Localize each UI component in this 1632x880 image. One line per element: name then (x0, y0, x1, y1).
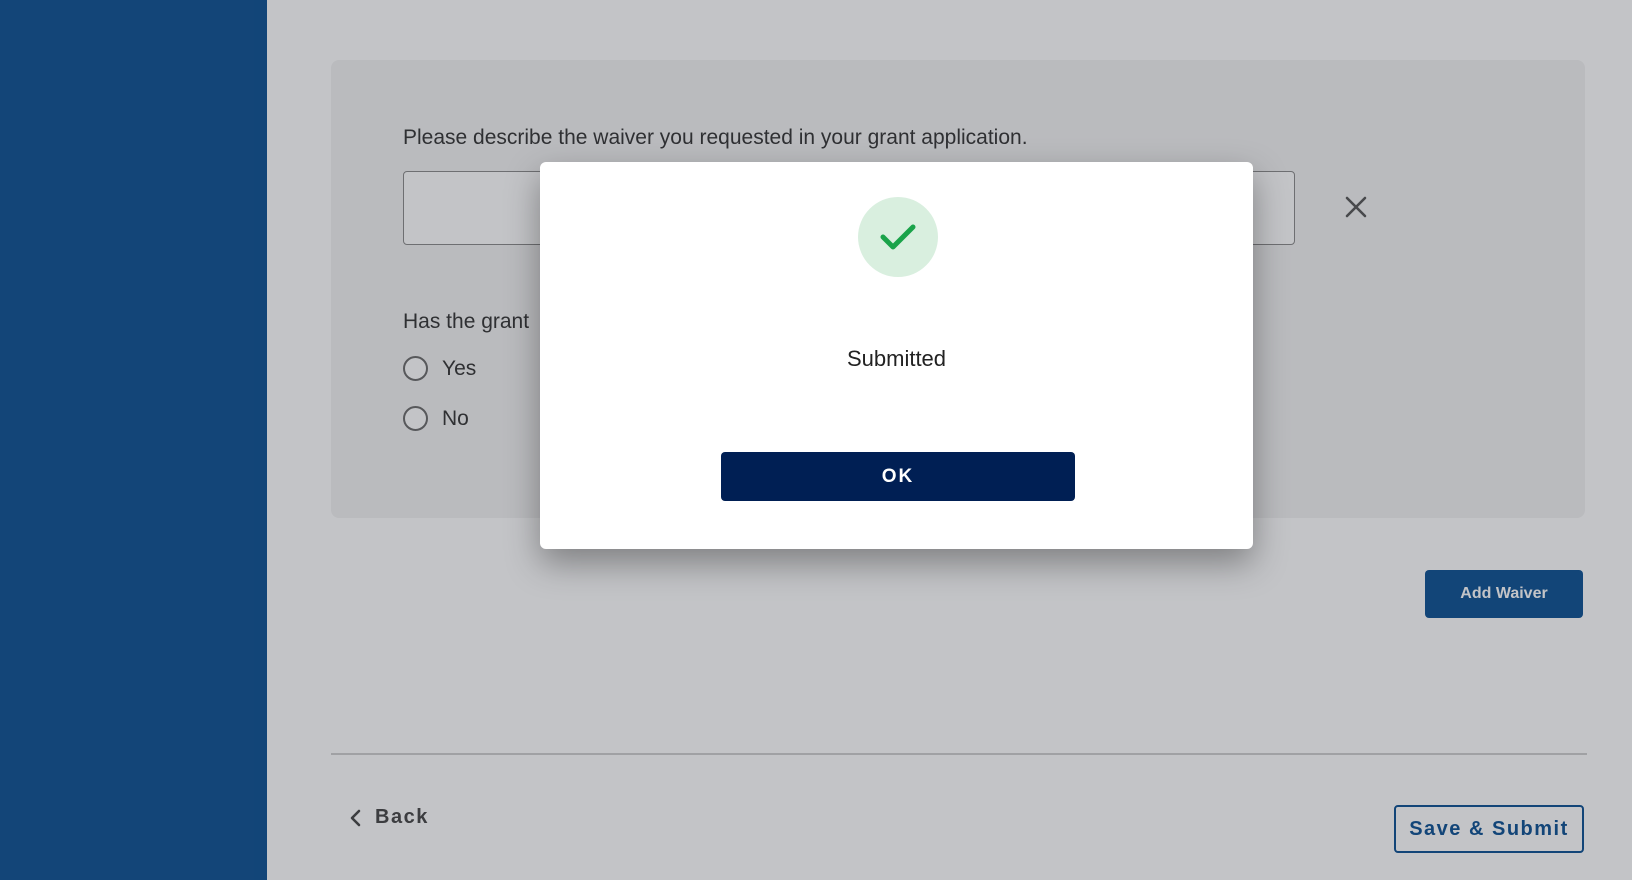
submitted-dialog: Submitted OK (540, 162, 1253, 549)
dialog-message: Submitted (846, 346, 947, 371)
success-badge (858, 197, 938, 277)
ok-button[interactable]: OK (721, 452, 1075, 501)
check-icon (880, 224, 916, 250)
page: Please describe the waiver you requested… (0, 0, 1632, 880)
